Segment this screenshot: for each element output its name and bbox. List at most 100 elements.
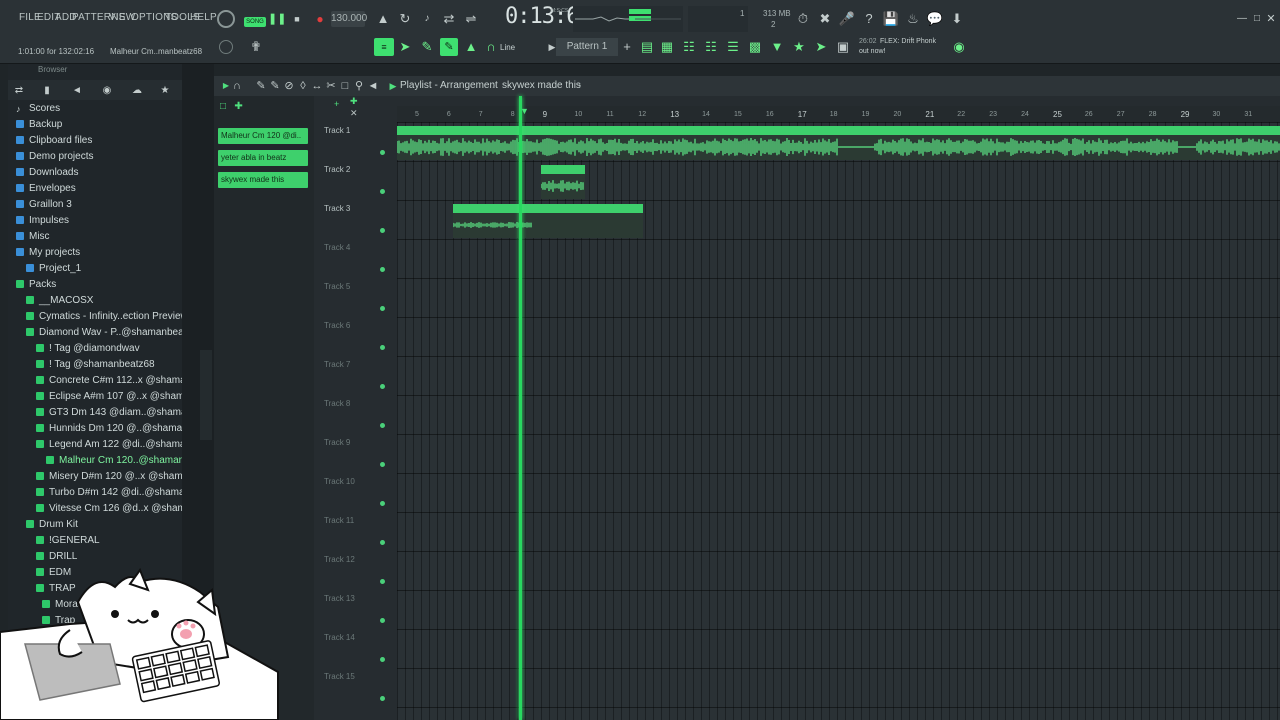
blend-notes-icon[interactable]: ⇌ [462, 10, 480, 28]
track-label[interactable]: Track 5 [324, 282, 350, 291]
pin-icon[interactable]: ✟ [247, 38, 265, 56]
track-mute-led[interactable] [380, 579, 385, 584]
piano-roll-icon[interactable]: ▦ [658, 38, 676, 56]
browser-item[interactable]: Diamond Wav - P..@shamanbeatz68 [26, 326, 203, 340]
news-line2[interactable]: out now! [859, 48, 885, 55]
menu-help[interactable]: HELP [190, 12, 217, 23]
timeline-ruler[interactable]: 5 6 7 8 9 10 11 12 13 14 15 16 17 18 19 20 21 22 23 24 25 26 2… [397, 106, 1280, 122]
plugin-icon[interactable]: ♨ [904, 10, 922, 28]
song-mode-button[interactable]: SONG [244, 17, 266, 27]
track-mute-led[interactable] [380, 540, 385, 545]
track-label[interactable]: Track 10 [324, 477, 355, 486]
magnet-snap-icon[interactable]: ∩ [228, 77, 246, 95]
track-mute-led[interactable] [380, 501, 385, 506]
shop-icon[interactable]: ▣ [834, 38, 852, 56]
playback-tool-icon[interactable]: ◄ [364, 77, 382, 95]
pause-icon[interactable]: ❚❚ [268, 10, 286, 28]
browser-favorites-icon[interactable]: ★ [156, 82, 174, 100]
browser-item[interactable]: Misc [16, 230, 50, 244]
add-track-icon[interactable]: + [334, 99, 339, 109]
browser-item[interactable]: Graillon 3 [16, 198, 72, 212]
pencil-icon[interactable]: ✎ [418, 38, 436, 56]
close-icon[interactable]: ✕ [1262, 10, 1280, 28]
track-mute-led[interactable] [380, 228, 385, 233]
plugin-database-icon[interactable]: ▩ [746, 38, 764, 56]
stop-icon[interactable]: ■ [288, 10, 306, 28]
browser-item[interactable]: Project_1 [26, 262, 81, 276]
browser-item[interactable]: Packs [16, 278, 56, 292]
tempo-tapper-icon[interactable]: ➤ [812, 38, 830, 56]
browser-audio-icon[interactable]: ◄ [68, 82, 86, 100]
metronome-icon[interactable]: ▲ [374, 10, 392, 28]
track-mute-led[interactable] [380, 696, 385, 701]
track-label[interactable]: Track 2 [324, 165, 350, 174]
browser-icon[interactable]: ☰ [724, 38, 742, 56]
browser-item[interactable]: ! Tag @shamanbeatz68 [36, 358, 155, 372]
track-label[interactable]: Track 13 [324, 594, 355, 603]
online-icon[interactable]: ◉ [950, 38, 968, 56]
browser-cloud-icon[interactable]: ☁ [128, 82, 146, 100]
paint-icon[interactable]: ✎ [440, 38, 458, 56]
track-label[interactable]: Track 14 [324, 633, 355, 642]
track-label[interactable]: Track 15 [324, 672, 355, 681]
step-edit-icon[interactable]: ♪ [418, 10, 436, 28]
track-mute-led[interactable] [380, 657, 385, 662]
help-icon[interactable]: ? [860, 10, 878, 28]
track-label[interactable]: Track 6 [324, 321, 350, 330]
tempo-display[interactable]: 130.000 [331, 11, 367, 27]
track-label[interactable]: Track 4 [324, 243, 350, 252]
pattern-song-knob[interactable] [217, 10, 235, 28]
audio-clip[interactable]: ▸ Malheur Cm 120 @diamondwav x @shamanbe… [397, 126, 1280, 160]
snap-mode-icon[interactable]: ≡ [374, 38, 394, 56]
browser-plugins-icon[interactable]: ◉ [98, 82, 116, 100]
browser-all-icon[interactable]: ⇄ [10, 82, 28, 100]
browser-item[interactable]: Impulses [16, 214, 69, 228]
channel-rack-icon[interactable]: ☷ [680, 38, 698, 56]
cpu-meter-icon[interactable]: ⏱ [794, 10, 812, 28]
track-mute-led[interactable] [380, 150, 385, 155]
track-mute-led[interactable] [380, 306, 385, 311]
track-label[interactable]: Track 9 [324, 438, 350, 447]
track-mute-led[interactable] [380, 618, 385, 623]
browser-item[interactable]: Demo projects [16, 150, 93, 164]
master-pitch-knob[interactable] [219, 40, 233, 54]
track-label[interactable]: Track 7 [324, 360, 350, 369]
browser-item[interactable]: __MACOSX [26, 294, 93, 308]
record-icon[interactable]: ● [311, 10, 329, 28]
stamp-icon[interactable]: ▲ [462, 38, 480, 56]
audio-clip[interactable]: ▸ yeter..eatz [541, 165, 585, 199]
browser-item[interactable]: Drum Kit [26, 518, 78, 532]
playlist-icon[interactable]: ▤ [638, 38, 656, 56]
news-line1[interactable]: FLEX: Drift Phonk [880, 38, 936, 45]
audio-clip[interactable]: ▸ skywex made this [453, 204, 643, 238]
close-track-icon[interactable]: ✕ [350, 108, 358, 119]
browser-files-icon[interactable]: ▮ [38, 82, 56, 100]
track-label[interactable]: Track 1 [324, 126, 350, 135]
browser-item[interactable]: Backup [16, 118, 62, 132]
browser-item[interactable]: Envelopes [16, 182, 76, 196]
chat-icon[interactable]: 💬 [926, 10, 944, 28]
track-mute-led[interactable] [380, 462, 385, 467]
browser-scrollbar[interactable] [200, 350, 212, 440]
playhead[interactable] [519, 96, 522, 720]
pattern-clip-malheur[interactable]: Malheur Cm 120 @di.. [218, 128, 308, 144]
browser-item[interactable]: ! Tag @diamondwav [36, 342, 140, 356]
browser-item[interactable]: My projects [16, 246, 80, 260]
magnet-icon[interactable]: ∩ [482, 38, 500, 56]
mixer-icon[interactable]: ☷ [702, 38, 720, 56]
arrow-right-icon[interactable]: ➤ [396, 38, 414, 56]
browser-item[interactable]: ♪ Scores [16, 102, 60, 116]
track-label[interactable]: Track 3 [324, 204, 350, 213]
track-mute-led[interactable] [380, 345, 385, 350]
panic-icon[interactable]: ✖ [816, 10, 834, 28]
arrangement-name[interactable]: skywex made this [502, 76, 581, 96]
touch-keyboard-icon[interactable]: ★ [790, 38, 808, 56]
track-mute-led[interactable] [380, 267, 385, 272]
pattern-clip-skywex[interactable]: skywex made this [218, 172, 308, 188]
track-mute-led[interactable] [380, 384, 385, 389]
download-icon[interactable]: ⬇ [948, 10, 966, 28]
snap-select[interactable]: Line [500, 43, 515, 52]
track-label[interactable]: Track 12 [324, 555, 355, 564]
loop-record-icon[interactable]: ↻ [396, 10, 414, 28]
track-mute-led[interactable] [380, 423, 385, 428]
